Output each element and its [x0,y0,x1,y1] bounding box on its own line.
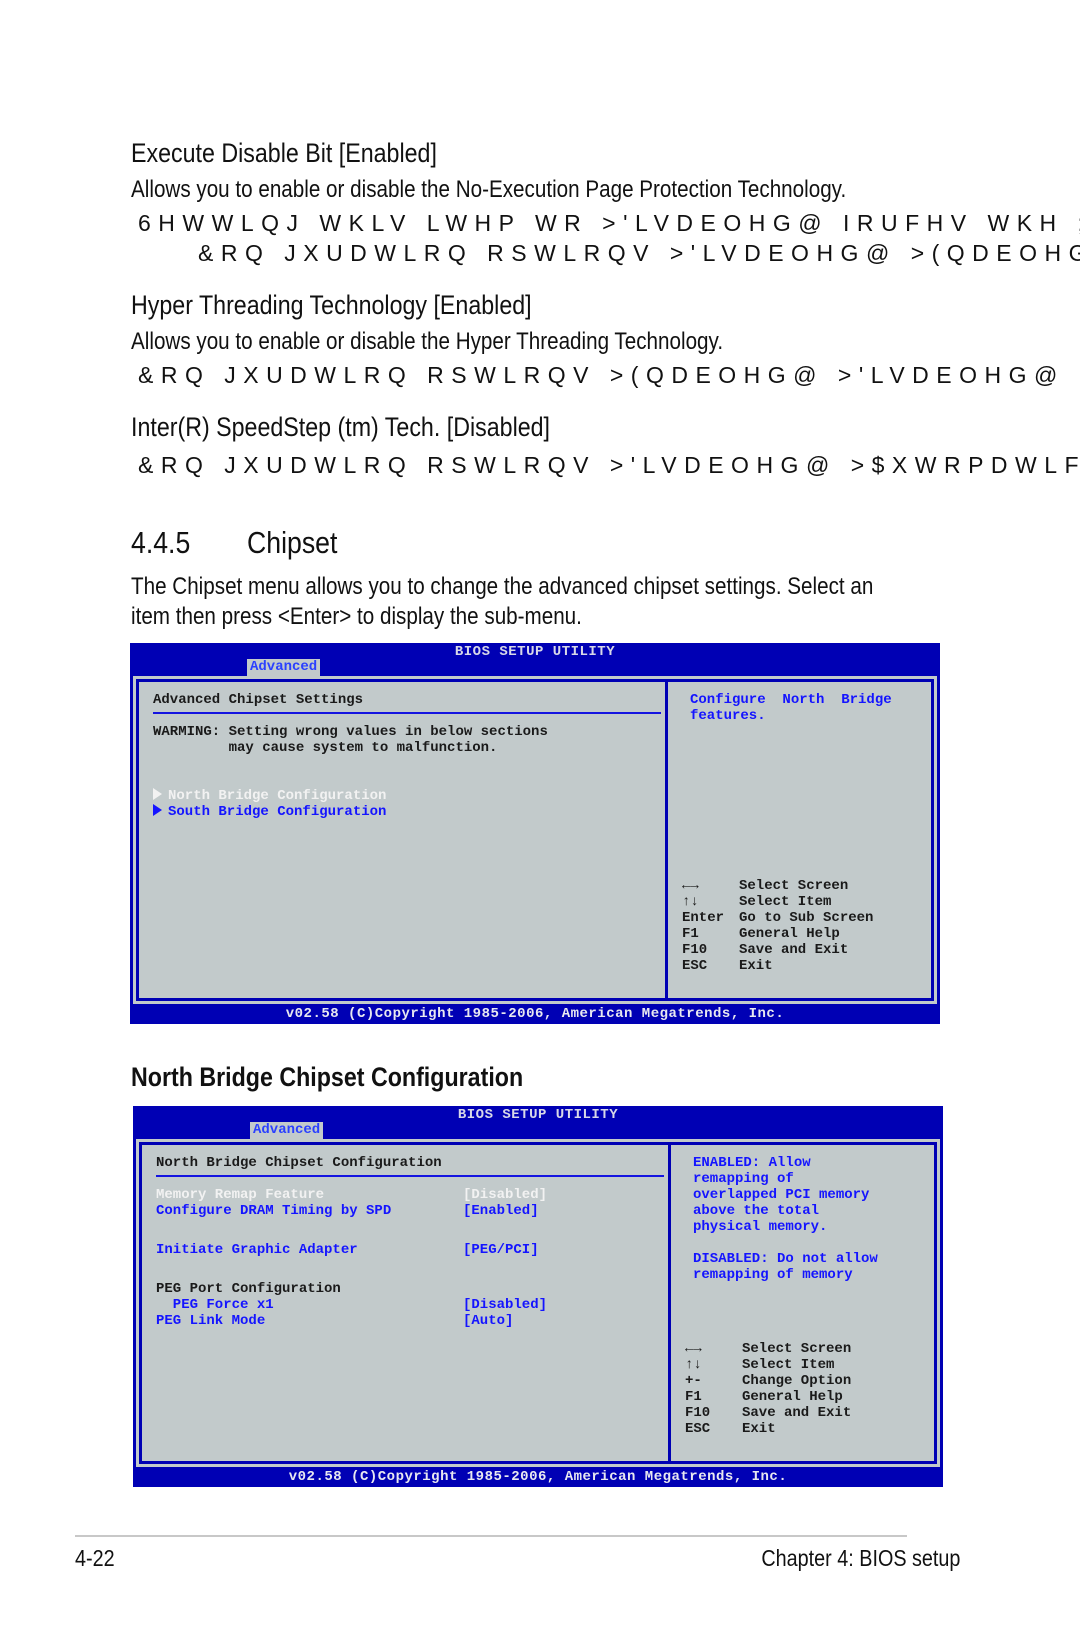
left-right-arrows-icon: ←→ [682,878,699,894]
panel-title-rule [153,712,661,714]
bios-screen-chipset: BIOS SETUP UTILITY Advanced Advanced Chi… [130,643,940,1024]
key-label: F10 [682,942,708,958]
speedstep-options: &RQ JXUDWLRQ RSWLRQV >'LVDEOHG@ >$XWRPDW… [138,452,1080,478]
key-action: Select Screen [739,878,849,894]
help-line: Configure North Bridge [690,692,892,708]
settings-panel: North Bridge Chipset Configuration Memor… [142,1145,671,1461]
panel-title: Advanced Chipset Settings [153,692,364,708]
key-label: ESC [682,958,708,974]
setting-value[interactable]: [Enabled] [463,1203,539,1219]
settings-group-heading: PEG Port Configuration [142,1281,662,1297]
execute-disable-options: &RQ JXUDWLRQ RSWLRQV >'LVDEOHG@ >(QDEOHG… [198,240,1080,266]
key-label: ESC [685,1421,711,1437]
help-panel: ENABLED: Allow remapping of overlapped PCI… [671,1145,934,1461]
help-line: above the total [693,1203,820,1219]
help-line: remapping of [693,1171,794,1187]
key-label: Enter [682,910,725,926]
setting-row[interactable]: PEG Force x1 [Disabled] [142,1297,662,1313]
setting-value[interactable]: [PEG/PCI] [463,1242,539,1258]
speedstep-heading: Inter(R) SpeedStep (tm) Tech. [Disabled] [131,412,551,442]
key-action: Select Screen [742,1341,852,1357]
menu-item-south-bridge[interactable]: South Bridge Configuration [153,804,386,820]
key-action: Exit [742,1421,776,1437]
chapter-label: Chapter 4: BIOS setup [760,1545,960,1571]
chipset-description-line1: The Chipset menu allows you to change th… [131,573,874,600]
execute-disable-description: Allows you to enable or disable the No-E… [131,176,847,203]
bios-footer: v02.58 (C)Copyright 1985-2006, American … [285,1006,785,1022]
execute-disable-heading: Execute Disable Bit [Enabled] [131,138,437,168]
setting-row[interactable]: Memory Remap Feature [Disabled] [142,1187,662,1203]
execute-disable-garbled-text: 6HWWLQJ WKLV LWHP WR >'LVDEOHG@ IRUFHV W… [138,210,1080,236]
key-action: General Help [742,1389,843,1405]
help-line: features. [690,708,766,724]
setting-row[interactable]: Configure DRAM Timing by SPD [Enabled] [142,1203,662,1219]
key-action: Select Item [739,894,832,910]
setting-row[interactable]: PEG Link Mode [Auto] [142,1313,662,1329]
setting-row[interactable]: Initiate Graphic Adapter [PEG/PCI] [142,1242,662,1258]
key-label: F10 [685,1405,711,1421]
help-line: ENABLED: Allow [693,1155,811,1171]
help-line: remapping of memory [693,1267,853,1283]
key-action: Select Item [742,1357,835,1373]
setting-value[interactable]: [Disabled] [463,1297,547,1313]
page-number: 4-22 [75,1545,115,1571]
hyper-threading-description: Allows you to enable or disable the Hype… [131,328,724,355]
setting-value[interactable]: [Disabled] [463,1187,547,1203]
setting-label: Initiate Graphic Adapter [156,1242,358,1258]
hyper-threading-heading: Hyper Threading Technology [Enabled] [131,290,532,320]
footer-divider [75,1535,907,1537]
tab-advanced[interactable]: Advanced [247,659,321,676]
key-action: Change Option [742,1373,852,1389]
panel-title: North Bridge Chipset Configuration [156,1155,442,1171]
settings-panel: Advanced Chipset Settings WARMING: Setti… [139,682,668,998]
chipset-description-line2: item then press <Enter> to display the s… [131,603,582,630]
key-label: F1 [682,926,699,942]
help-line: physical memory. [693,1219,828,1235]
key-action: Go to Sub Screen [739,910,874,926]
key-label: F1 [685,1389,702,1405]
submenu-arrow-icon [153,804,162,816]
key-action: Exit [739,958,773,974]
help-line: overlapped PCI memory [693,1187,870,1203]
menu-item-north-bridge[interactable]: North Bridge Configuration [153,788,386,804]
key-label: +- [685,1373,702,1389]
up-down-arrows-icon: ↑↓ [682,894,699,910]
section-number: 4.4.5 [131,525,191,560]
key-action: Save and Exit [739,942,849,958]
setting-label: PEG Link Mode [156,1313,266,1329]
setting-label: Memory Remap Feature [156,1187,325,1203]
help-panel: Configure North Bridge features. ←→ Selec… [668,682,931,998]
tab-advanced[interactable]: Advanced [250,1122,324,1139]
setting-value[interactable]: [Auto] [463,1313,513,1329]
north-bridge-heading: North Bridge Chipset Configuration [131,1062,524,1092]
help-line: DISABLED: Do not allow [693,1251,878,1267]
setting-label: PEG Force x1 [156,1297,274,1313]
panel-title-rule [156,1175,664,1177]
warning-line2: may cause system to malfunction. [153,740,498,756]
bios-title: BIOS SETUP UTILITY [457,1107,619,1123]
submenu-arrow-icon [153,788,162,800]
key-action: General Help [739,926,840,942]
setting-label: Configure DRAM Timing by SPD [156,1203,392,1219]
key-action: Save and Exit [742,1405,852,1421]
bios-title: BIOS SETUP UTILITY [454,644,616,660]
bios-frame: North Bridge Chipset Configuration Memor… [136,1139,940,1467]
section-title: Chipset [247,525,338,560]
hyper-threading-options: &RQ JXUDWLRQ RSWLRQV >(QDEOHG@ >'LVDEOHG… [138,362,1065,388]
left-right-arrows-icon: ←→ [685,1341,702,1357]
setting-label: PEG Port Configuration [156,1281,341,1297]
warning-line1: WARMING: Setting wrong values in below s… [153,724,548,740]
bios-screen-north-bridge: BIOS SETUP UTILITY Advanced North Bridge… [133,1106,943,1487]
up-down-arrows-icon: ↑↓ [685,1357,702,1373]
bios-footer: v02.58 (C)Copyright 1985-2006, American … [288,1469,788,1485]
bios-frame: Advanced Chipset Settings WARMING: Setti… [133,676,937,1004]
